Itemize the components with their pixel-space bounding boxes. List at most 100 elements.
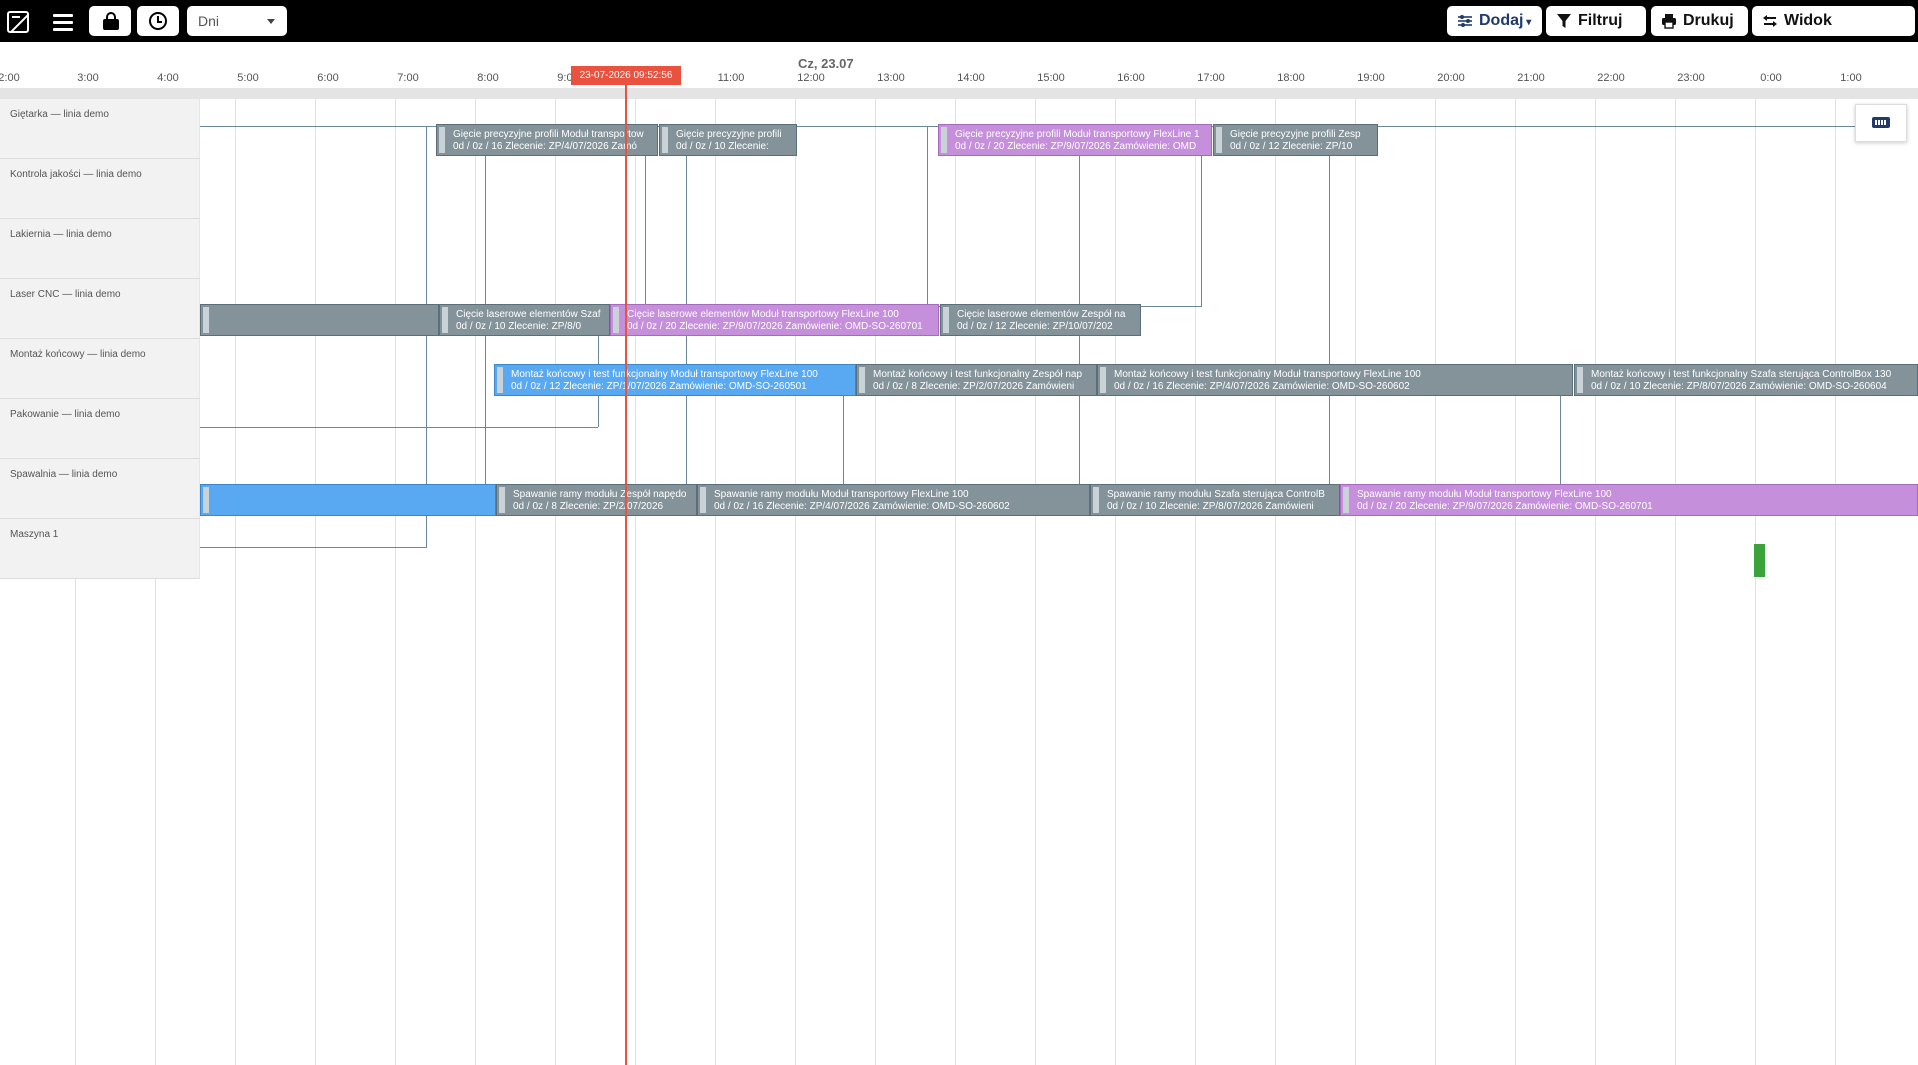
- resource-label[interactable]: Montaż końcowy — linia demo: [0, 339, 200, 399]
- task-detail: 0d / 0z / 16 Zlecenie: ZP/4/07/2026 Zamó…: [714, 501, 1010, 512]
- filter-button[interactable]: Filtruj: [1546, 6, 1646, 36]
- task-marker[interactable]: [1754, 544, 1765, 577]
- task-title: Spawanie ramy modułu Moduł transportowy …: [1357, 489, 1612, 500]
- task-detail: 0d / 0z / 12 Zlecenie: ZP/10: [1230, 141, 1353, 152]
- filter-label: Filtruj: [1578, 12, 1623, 29]
- task-title: Cięcie laserowe elementów Szaf: [456, 309, 601, 320]
- task-title: Cięcie laserowe elementów Zespół na: [957, 309, 1126, 320]
- task-title: Cięcie laserowe elementów Moduł transpor…: [627, 309, 899, 320]
- dependency-line: [645, 141, 646, 306]
- task-detail: 0d / 0z / 12 Zlecenie: ZP/1/07/2026 Zamó…: [511, 381, 807, 392]
- top-toolbar: Dni Dodaj ▾ Filtruj Drukuj Widok zamówie…: [0, 0, 1918, 59]
- task-detail: 0d / 0z / 16 Zlecenie: ZP/4/07/2026 Zamó…: [1114, 381, 1410, 392]
- task-bar[interactable]: [200, 304, 439, 336]
- add-label: Dodaj: [1479, 12, 1524, 29]
- print-label: Drukuj: [1683, 12, 1734, 29]
- task-bar[interactable]: Montaż końcowy i test funkcjonalny Moduł…: [494, 364, 856, 396]
- swap-arrows-icon: [1763, 15, 1777, 27]
- time-axis-strip: [0, 88, 1918, 99]
- view-select-value: Dni: [198, 13, 220, 29]
- task-bar[interactable]: Cięcie laserowe elementów Zespół na 0d / …: [940, 304, 1141, 336]
- task-title: Montaż końcowy i test funkcjonalny Zespó…: [873, 369, 1082, 380]
- app-logo-icon[interactable]: [7, 11, 29, 33]
- task-detail: 0d / 0z / 8 Zlecenie: ZP/2/07/2026 Zamów…: [873, 381, 1075, 392]
- lock-button[interactable]: [89, 6, 131, 36]
- task-bar[interactable]: Spawanie ramy modułu Zespół napędo 0d / 0…: [496, 484, 697, 516]
- task-bar[interactable]: Spawanie ramy modułu Moduł transportowy …: [1340, 484, 1918, 516]
- print-button[interactable]: Drukuj: [1651, 6, 1748, 36]
- task-bar[interactable]: Montaż końcowy i test funkcjonalny Szafa…: [1574, 364, 1918, 396]
- hour-tick: 1:00: [1840, 72, 1862, 84]
- task-bar[interactable]: Gięcie precyzyjne profili Zesp 0d / 0z / …: [1213, 124, 1378, 156]
- chevron-down-icon: [267, 19, 275, 24]
- dependency-line: [200, 427, 598, 428]
- keyboard-icon: [1872, 117, 1890, 128]
- hour-tick: 14:00: [957, 72, 985, 84]
- task-bar[interactable]: Gięcie precyzyjne profili 0d / 0z / 10 Zl…: [659, 124, 797, 156]
- hour-tick: 2:00: [0, 72, 20, 84]
- task-title: Spawanie ramy modułu Szafa sterująca Con…: [1107, 489, 1325, 500]
- task-title: Montaż końcowy i test funkcjonalny Szafa…: [1591, 369, 1892, 380]
- dependency-line: [1201, 141, 1202, 306]
- task-bar[interactable]: Gięcie precyzyjne profili Moduł transpor…: [938, 124, 1212, 156]
- resource-label[interactable]: Laser CNC — linia demo: [0, 279, 200, 339]
- task-bar[interactable]: Cięcie laserowe elementów Moduł transpor…: [610, 304, 939, 336]
- task-title: Gięcie precyzyjne profili Zesp: [1230, 129, 1361, 140]
- task-detail: 0d / 0z / 8 Zlecenie: ZP/2/07/2026: [513, 501, 664, 512]
- task-bar[interactable]: Montaż końcowy i test funkcjonalny Moduł…: [1097, 364, 1573, 396]
- hour-tick: 19:00: [1357, 72, 1385, 84]
- task-detail: 0d / 0z / 16 Zlecenie: ZP/4/07/2026 Zamó: [453, 141, 637, 152]
- hour-tick: 18:00: [1277, 72, 1305, 84]
- current-time-line: [625, 72, 627, 1065]
- hour-tick: 5:00: [237, 72, 259, 84]
- dependency-line: [1329, 141, 1330, 485]
- task-title: Gięcie precyzyjne profili Moduł transpor…: [453, 129, 644, 140]
- resource-label[interactable]: Giętarka — linia demo: [0, 99, 200, 159]
- hour-tick: 6:00: [317, 72, 339, 84]
- task-detail: 0d / 0z / 20 Zlecenie: ZP/9/07/2026 Zamó…: [955, 141, 1197, 152]
- hour-tick: 21:00: [1517, 72, 1545, 84]
- hour-tick: 0:00: [1760, 72, 1782, 84]
- task-bar[interactable]: Cięcie laserowe elementów Szaf 0d / 0z / …: [439, 304, 610, 336]
- task-bar[interactable]: Montaż końcowy i test funkcjonalny Zespó…: [856, 364, 1097, 396]
- hour-tick: 8:00: [477, 72, 499, 84]
- task-bar[interactable]: Spawanie ramy modułu Moduł transportowy …: [697, 484, 1090, 516]
- task-title: Spawanie ramy modułu Moduł transportowy …: [714, 489, 969, 500]
- resource-label[interactable]: Spawalnia — linia demo: [0, 459, 200, 519]
- resource-label[interactable]: Maszyna 1: [0, 519, 200, 579]
- dependency-line: [1079, 395, 1080, 485]
- hour-tick: 13:00: [877, 72, 905, 84]
- hour-tick: 20:00: [1437, 72, 1465, 84]
- orders-view-button[interactable]: Widok zamówień: [1752, 6, 1915, 59]
- resource-label[interactable]: Pakowanie — linia demo: [0, 399, 200, 459]
- resource-label[interactable]: Kontrola jakości — linia demo: [0, 159, 200, 219]
- task-bar[interactable]: Spawanie ramy modułu Szafa sterująca Con…: [1090, 484, 1340, 516]
- hour-tick: 22:00: [1597, 72, 1625, 84]
- dependency-line: [1560, 395, 1561, 485]
- task-bar[interactable]: [200, 484, 496, 516]
- hour-tick: 16:00: [1117, 72, 1145, 84]
- task-title: Montaż końcowy i test funkcjonalny Moduł…: [511, 369, 818, 380]
- keyboard-shortcuts-button[interactable]: [1855, 104, 1907, 142]
- clock-button[interactable]: [137, 6, 179, 36]
- task-detail: 0d / 0z / 10 Zlecenie: ZP/8/07/2026 Zamó…: [1107, 501, 1314, 512]
- current-time-label: 23-07-2026 09:52:56: [571, 66, 681, 85]
- task-title: Spawanie ramy modułu Zespół napędo: [513, 489, 687, 500]
- resource-label[interactable]: Lakiernia — linia demo: [0, 219, 200, 279]
- view-select[interactable]: Dni: [187, 6, 287, 36]
- hour-tick: 4:00: [157, 72, 179, 84]
- hour-tick: 17:00: [1197, 72, 1225, 84]
- task-detail: 0d / 0z / 10 Zlecenie: ZP/8/07/2026 Zamó…: [1591, 381, 1887, 392]
- filter-icon: [1557, 14, 1571, 28]
- hour-tick: 3:00: [77, 72, 99, 84]
- dependency-line: [843, 395, 844, 485]
- add-button[interactable]: Dodaj ▾: [1447, 6, 1542, 36]
- hour-tick: 11:00: [717, 72, 745, 84]
- menu-icon[interactable]: [53, 14, 73, 35]
- sliders-icon: [1458, 15, 1472, 27]
- printer-icon: [1662, 14, 1676, 29]
- hour-tick: 7:00: [397, 72, 419, 84]
- dependency-line: [927, 126, 928, 306]
- resource-list: Giętarka — linia demo Kontrola jakości —…: [0, 99, 200, 579]
- task-detail: 0d / 0z / 10 Zlecenie: ZP/8/0: [456, 321, 582, 332]
